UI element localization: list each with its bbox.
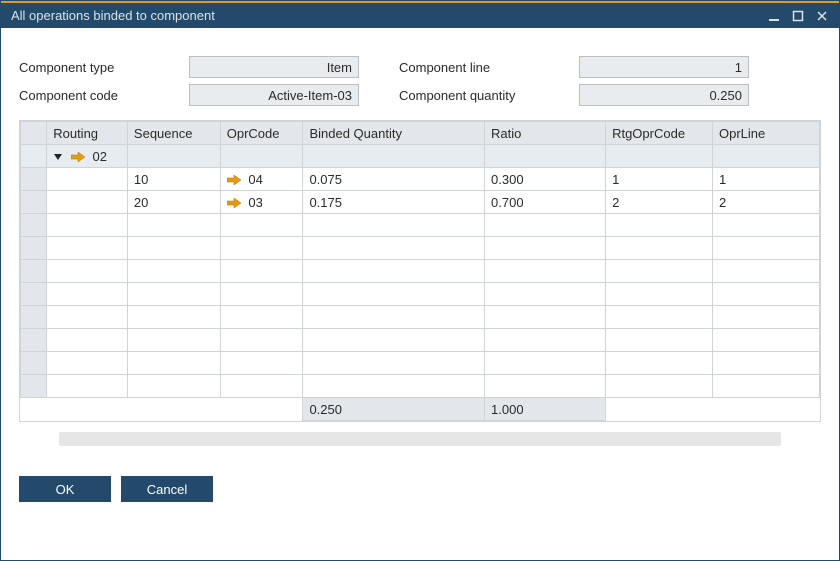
grid-row[interactable]: 10 04 0.075 0.300 1 1 (21, 168, 820, 191)
cell-sequence[interactable]: 10 (127, 168, 220, 191)
cell-binded-qty[interactable]: 0.075 (303, 168, 485, 191)
grid-row-empty[interactable] (21, 237, 820, 260)
parent-routing: 02 (92, 149, 106, 164)
horizontal-scrollbar[interactable] (59, 432, 781, 446)
close-button[interactable] (811, 7, 833, 25)
cell-opr-code[interactable]: 04 (248, 172, 262, 187)
cell-ratio[interactable]: 0.700 (485, 191, 606, 214)
grid-parent-row[interactable]: 02 (21, 145, 820, 168)
field-component-type[interactable]: Item (189, 56, 359, 78)
label-component-type: Component type (19, 60, 189, 75)
cell-rtg-opr-code[interactable]: 2 (606, 191, 713, 214)
expand-icon[interactable] (53, 152, 63, 162)
grid-row-empty[interactable] (21, 283, 820, 306)
total-ratio: 1.000 (485, 398, 606, 421)
minimize-button[interactable] (763, 7, 785, 25)
col-opr-code[interactable]: OprCode (220, 122, 303, 145)
cell-ratio[interactable]: 0.300 (485, 168, 606, 191)
maximize-button[interactable] (787, 7, 809, 25)
button-row: OK Cancel (19, 476, 821, 502)
link-arrow-icon (227, 175, 241, 185)
grid-header-row: Routing Sequence OprCode Binded Quantity… (21, 122, 820, 145)
cell-opr-line[interactable]: 1 (713, 168, 820, 191)
grid-totals-row: 0.250 1.000 (21, 398, 820, 421)
ok-button[interactable]: OK (19, 476, 111, 502)
cell-sequence[interactable]: 20 (127, 191, 220, 214)
cell-opr-code[interactable]: 03 (248, 195, 262, 210)
cancel-button[interactable]: Cancel (121, 476, 213, 502)
cell-binded-qty[interactable]: 0.175 (303, 191, 485, 214)
grid-row-empty[interactable] (21, 329, 820, 352)
grid-row-empty[interactable] (21, 352, 820, 375)
grid[interactable]: Routing Sequence OprCode Binded Quantity… (19, 120, 821, 422)
grid-row-empty[interactable] (21, 214, 820, 237)
link-arrow-icon (71, 152, 85, 162)
cell-rtg-opr-code[interactable]: 1 (606, 168, 713, 191)
col-opr-line[interactable]: OprLine (713, 122, 820, 145)
label-component-code: Component code (19, 88, 189, 103)
grid-corner (21, 122, 47, 145)
dialog-window: All operations binded to component Compo… (0, 0, 840, 561)
window-title: All operations binded to component (11, 8, 761, 23)
grid-row-empty[interactable] (21, 375, 820, 398)
field-component-quantity[interactable]: 0.250 (579, 84, 749, 106)
col-sequence[interactable]: Sequence (127, 122, 220, 145)
link-arrow-icon (227, 198, 241, 208)
field-component-line[interactable]: 1 (579, 56, 749, 78)
title-bar[interactable]: All operations binded to component (1, 3, 839, 28)
col-binded-qty[interactable]: Binded Quantity (303, 122, 485, 145)
label-component-line: Component line (399, 60, 579, 75)
label-component-quantity: Component quantity (399, 88, 579, 103)
field-component-code[interactable]: Active-Item-03 (189, 84, 359, 106)
col-rtg-opr-code[interactable]: RtgOprCode (606, 122, 713, 145)
total-binded-qty: 0.250 (303, 398, 485, 421)
grid-row[interactable]: 20 03 0.175 0.700 2 2 (21, 191, 820, 214)
grid-row-empty[interactable] (21, 306, 820, 329)
col-routing[interactable]: Routing (47, 122, 128, 145)
grid-row-empty[interactable] (21, 260, 820, 283)
form-grid: Component type Item Component line 1 Com… (19, 56, 821, 106)
col-ratio[interactable]: Ratio (485, 122, 606, 145)
client-area: Component type Item Component line 1 Com… (1, 28, 839, 560)
cell-opr-line[interactable]: 2 (713, 191, 820, 214)
